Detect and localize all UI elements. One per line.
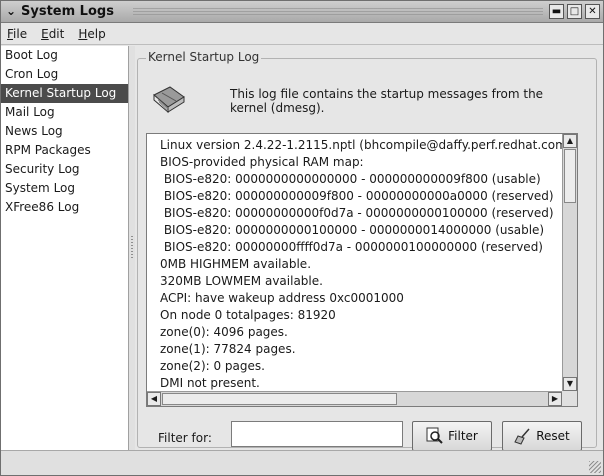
log-line: zone(1): 77824 pages. [160,342,296,356]
log-description: This log file contains the startup messa… [230,87,544,115]
log-line: zone(2): 0 pages. [160,359,265,373]
log-line: BIOS-e820: 00000000000f0d7a - 0000000000… [160,206,554,220]
vertical-scrollbar[interactable]: ▲ ▼ [562,134,577,391]
log-list-sidebar: Boot Log Cron Log Kernel Startup Log Mai… [1,46,129,451]
sidebar-item-cron-log[interactable]: Cron Log [1,65,128,84]
log-line: BIOS-e820: 000000000009f800 - 0000000000… [160,189,554,203]
log-line: ACPI: have wakeup address 0xc0001000 [160,291,404,305]
log-line: BIOS-e820: 0000000000100000 - 0000000014… [160,223,545,237]
horizontal-scroll-thumb[interactable] [162,393,397,405]
log-line: zone(0): 4096 pages. [160,325,288,339]
log-line: Linux version 2.4.22-1.2115.nptl (bhcomp… [160,138,562,152]
reset-button-label: Reset [536,429,570,443]
maximize-button[interactable]: □ [567,4,582,19]
log-line: BIOS-e820: 00000000ffff0d7a - 0000000100… [160,240,543,254]
log-text-area[interactable]: Linux version 2.4.22-1.2115.nptl (bhcomp… [146,133,578,407]
log-line: DMI not present. [160,376,260,390]
pane-resize-handle[interactable] [129,46,135,451]
scroll-down-arrow-icon[interactable]: ▼ [563,377,577,391]
status-bar [1,450,603,475]
log-viewport: Linux version 2.4.22-1.2115.nptl (bhcomp… [147,134,562,391]
menu-help-label: elp [87,26,106,41]
sidebar-item-security-log[interactable]: Security Log [1,160,128,179]
filter-button[interactable]: Filter [412,421,492,451]
sidebar-item-mail-log[interactable]: Mail Log [1,103,128,122]
book-icon [153,86,185,114]
menu-edit-accel: E [41,26,49,41]
minimize-button[interactable]: ▬ [549,4,564,19]
chevron-down-icon: ⌄ [5,4,17,18]
pane-grip [131,236,133,260]
menu-edit[interactable]: Edit [41,27,64,41]
resize-grip-icon[interactable] [589,461,601,473]
window-controls: ▬ □ ✕ [549,4,600,19]
close-button[interactable]: ✕ [585,4,600,19]
menu-file[interactable]: File [7,27,27,41]
filter-input[interactable] [231,421,403,447]
scroll-corner [562,391,577,406]
main-panel: Kernel Startup Log This log file contain… [137,46,597,451]
filter-label: Filter for: [158,431,212,445]
window-title: System Logs [21,4,114,19]
log-section-frame: Kernel Startup Log This log file contain… [137,50,597,451]
sidebar-item-news-log[interactable]: News Log [1,122,128,141]
minimize-icon: ▬ [551,6,562,17]
log-line: On node 0 totalpages: 81920 [160,308,336,322]
menu-file-label: ile [13,26,28,41]
reset-button[interactable]: Reset [502,421,582,451]
log-line: 320MB LOWMEM available. [160,274,323,288]
sidebar-item-boot-log[interactable]: Boot Log [1,46,128,65]
log-line: BIOS-e820: 0000000000000000 - 0000000000… [160,172,541,186]
maximize-icon: □ [569,6,580,17]
close-icon: ✕ [588,6,597,17]
sidebar-item-kernel-startup-log[interactable]: Kernel Startup Log [1,84,128,103]
window-menu-button[interactable]: ⌄ [4,4,18,18]
scroll-right-arrow-icon[interactable]: ▶ [548,392,562,406]
log-line: BIOS-provided physical RAM map: [160,155,364,169]
vertical-scroll-thumb[interactable] [564,149,576,203]
title-bar-stripes [133,8,543,16]
log-line: 0MB HIGHMEM available. [160,257,312,271]
title-bar[interactable]: ⌄ System Logs ▬ □ ✕ [1,1,603,23]
system-logs-window: ⌄ System Logs ▬ □ ✕ File Edit Help Boot … [0,0,604,476]
scroll-up-arrow-icon[interactable]: ▲ [563,134,577,148]
menu-edit-label: dit [48,26,65,41]
menu-help[interactable]: Help [78,27,105,41]
menu-bar: File Edit Help [1,23,603,45]
sidebar-item-xfree86-log[interactable]: XFree86 Log [1,198,128,217]
sidebar-item-rpm-packages[interactable]: RPM Packages [1,141,128,160]
sidebar-item-system-log[interactable]: System Log [1,179,128,198]
filter-button-label: Filter [448,429,478,443]
broom-icon [514,428,530,445]
scroll-left-arrow-icon[interactable]: ◀ [147,392,161,406]
section-title: Kernel Startup Log [146,50,262,64]
magnifier-icon [426,427,443,444]
horizontal-scrollbar[interactable]: ◀ ▶ [147,391,562,406]
